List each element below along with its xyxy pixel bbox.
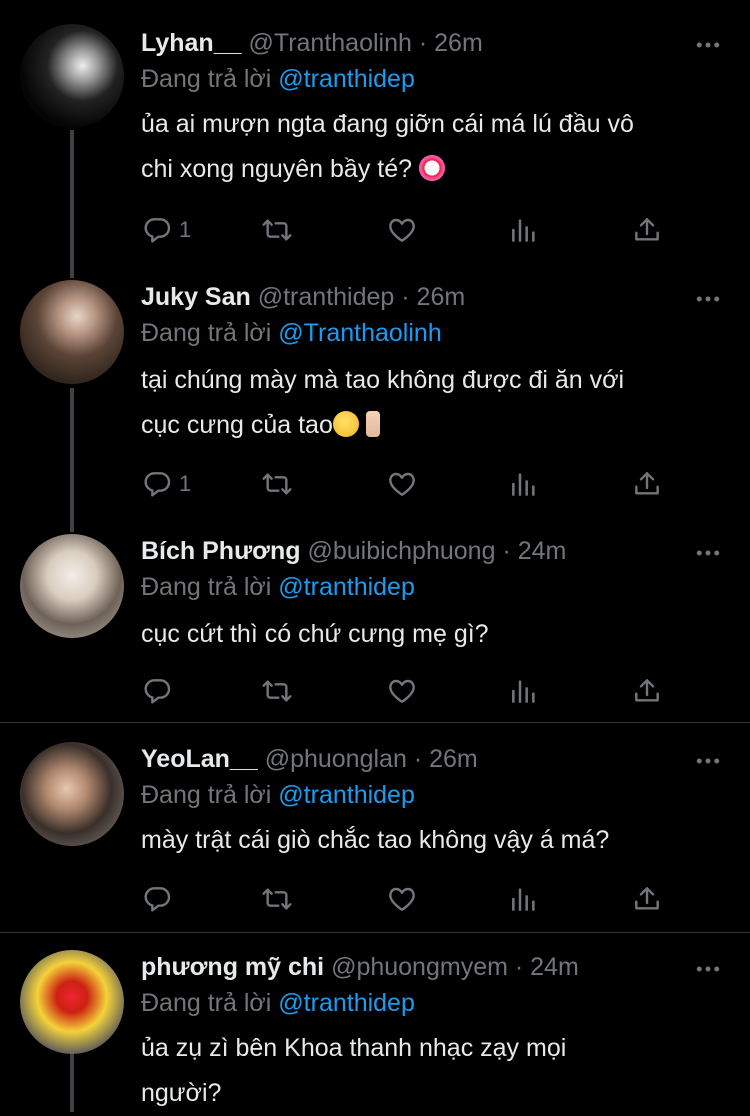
share-button[interactable] (631, 210, 663, 250)
views-icon (508, 214, 540, 246)
like-button[interactable] (386, 671, 418, 711)
share-icon (631, 675, 663, 707)
replying-to-label: Đang trả lời (141, 781, 272, 809)
more-icon[interactable] (693, 30, 723, 60)
reply-button[interactable]: 1 (141, 210, 191, 250)
avatar[interactable] (20, 742, 124, 846)
display-name[interactable]: Bích Phương (141, 537, 301, 565)
avatar[interactable] (20, 280, 124, 384)
smile-emoji (332, 411, 359, 437)
tweet-text: tại chúng mày mà tao không được đi ăn vớ… (141, 366, 625, 439)
mention-link[interactable]: @tranthidep (278, 573, 415, 601)
tweet-text: mày trật cái giò chắc tao không vậy á má… (141, 826, 610, 854)
like-icon (386, 883, 418, 915)
divider (0, 932, 750, 933)
more-icon[interactable] (693, 746, 723, 776)
reply-count: 1 (179, 217, 192, 242)
tweet-text: ủa ai mượn ngta đang giỡn cái má lú đầu … (141, 110, 634, 183)
thread-line (70, 388, 74, 532)
retweet-button[interactable] (261, 464, 293, 504)
reply-icon (141, 468, 173, 500)
user-handle[interactable]: @Tranthaolinh (248, 29, 411, 57)
separator-dot: · (413, 745, 423, 773)
views-button[interactable] (508, 464, 540, 504)
mention-link[interactable]: @tranthidep (278, 989, 415, 1017)
timestamp[interactable]: 24m (518, 537, 567, 565)
like-button[interactable] (386, 464, 418, 504)
retweet-icon (261, 214, 293, 246)
share-icon (631, 883, 663, 915)
reply-button[interactable] (141, 671, 173, 711)
views-icon (508, 883, 540, 915)
user-handle[interactable]: @buibichphuong (307, 537, 495, 565)
display-name[interactable]: YeoLan__ (141, 745, 258, 773)
more-icon[interactable] (693, 538, 723, 568)
replying-to-label: Đang trả lời (141, 319, 272, 347)
user-handle[interactable]: @phuongmyem (331, 953, 508, 981)
user-handle[interactable]: @phuonglan (265, 745, 407, 773)
retweet-icon (261, 675, 293, 707)
avatar[interactable] (20, 24, 124, 128)
separator-dot: · (401, 283, 410, 311)
mention-link[interactable]: @tranthidep (278, 65, 415, 93)
timestamp[interactable]: 26m (417, 283, 466, 311)
share-button[interactable] (631, 879, 663, 919)
separator-dot: · (418, 29, 428, 57)
separator-dot: · (514, 953, 524, 981)
tweet-text: cục cứt thì có chứ cưng mẹ gì? (141, 620, 489, 648)
middle-finger-emoji (365, 411, 380, 437)
views-button[interactable] (508, 671, 540, 711)
views-icon (508, 468, 540, 500)
replying-to-label: Đang trả lời (141, 989, 272, 1017)
more-icon[interactable] (693, 954, 723, 984)
reply-icon (141, 214, 173, 246)
reply-icon (141, 675, 173, 707)
clown-emoji (419, 155, 445, 181)
user-handle[interactable]: @tranthidep (258, 283, 395, 311)
display-name[interactable]: Juky San (141, 283, 251, 311)
replying-to-label: Đang trả lời (141, 573, 272, 601)
views-button[interactable] (508, 879, 540, 919)
avatar[interactable] (20, 950, 124, 1054)
like-icon (386, 468, 418, 500)
retweet-button[interactable] (261, 671, 293, 711)
share-icon (631, 468, 663, 500)
divider (0, 722, 750, 723)
more-icon[interactable] (693, 284, 723, 314)
reply-icon (141, 883, 173, 915)
views-icon (508, 675, 540, 707)
share-button[interactable] (631, 671, 663, 711)
like-button[interactable] (386, 210, 418, 250)
retweet-button[interactable] (261, 210, 293, 250)
mention-link[interactable]: @tranthidep (278, 781, 415, 809)
retweet-icon (261, 883, 293, 915)
like-icon (386, 675, 418, 707)
replying-to-label: Đang trả lời (141, 65, 272, 93)
retweet-icon (261, 468, 293, 500)
reply-button[interactable] (141, 879, 173, 919)
timestamp[interactable]: 26m (429, 745, 478, 773)
separator-dot: · (502, 537, 511, 565)
avatar[interactable] (20, 534, 124, 638)
timestamp[interactable]: 26m (434, 29, 483, 57)
display-name[interactable]: Lyhan__ (141, 29, 242, 57)
share-button[interactable] (631, 464, 663, 504)
reply-count: 1 (179, 471, 192, 496)
thread-line (70, 130, 74, 278)
thread-line (70, 1052, 74, 1112)
display-name[interactable]: phương mỹ chi (141, 953, 324, 981)
share-icon (631, 214, 663, 246)
views-button[interactable] (508, 210, 540, 250)
retweet-button[interactable] (261, 879, 293, 919)
like-icon (386, 214, 418, 246)
timestamp[interactable]: 24m (530, 953, 579, 981)
like-button[interactable] (386, 879, 418, 919)
reply-button[interactable]: 1 (141, 464, 191, 504)
mention-link[interactable]: @Tranthaolinh (278, 319, 441, 347)
